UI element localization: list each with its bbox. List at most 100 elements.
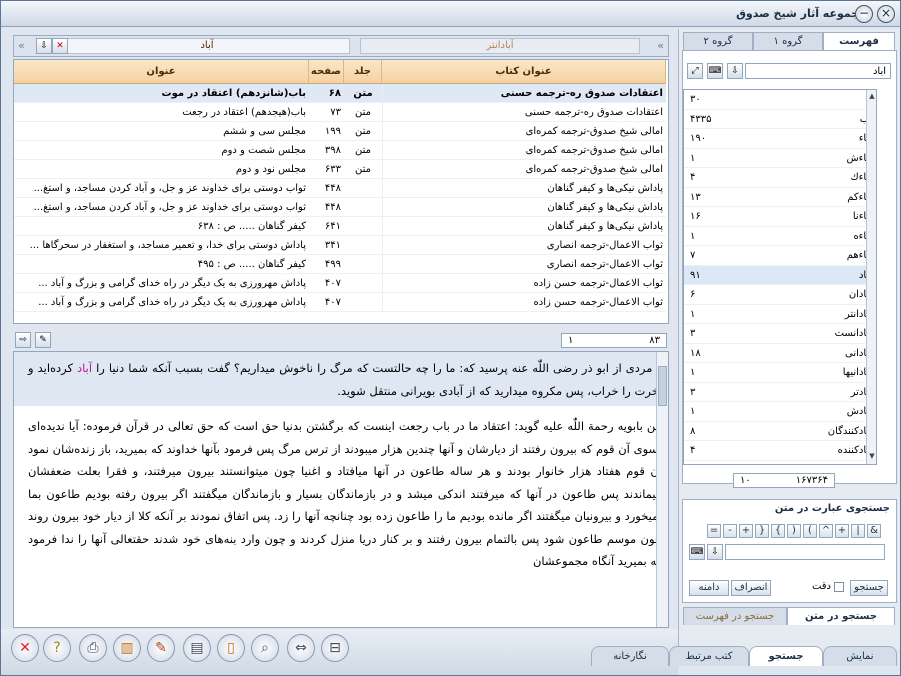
tab-group1[interactable]: گروه ۱ [753,32,823,50]
index-item[interactable]: ۱۸ آبادانی [684,344,876,363]
cell-title: ثواب دوستی برای خداوند عز و جل، و آباد ک… [33,183,306,194]
compare-button[interactable]: ⇔ [287,634,315,662]
operator-button[interactable]: ( [803,524,817,538]
close-book-button[interactable]: ✕ [11,634,39,662]
index-item[interactable]: ۹۱آباد [684,265,876,285]
operator-button[interactable]: ^ [819,524,833,538]
operator-button[interactable]: - [723,524,737,538]
table-row[interactable]: ثواب الاعمال-ترجمه انصاری ۴۹۹ کیفر گناهان … [14,255,666,274]
close-tab-button[interactable]: ✕ [52,38,68,54]
minimize-window-button[interactable]: − [855,5,873,23]
index-item[interactable]: ۶ آبادان [684,285,876,305]
operator-button[interactable]: } [755,524,769,538]
index-item[interactable]: ۱ آباءش [684,149,876,168]
table-row[interactable]: ثواب الاعمال-ترجمه حسن زاده ۴۰۷ پاداش مهرو… [14,274,666,293]
page-button[interactable]: ▯ [217,634,245,662]
index-item[interactable]: ۱۹۰آباء [684,129,876,149]
index-item[interactable]: ۸ آبادکنندگان [684,422,876,441]
tab-related-books[interactable]: کتب مرتبط [669,646,749,666]
table-row[interactable]: امالی شیخ صدوق-ترجمه کمره‌ای متن ۶۳۳ مجلس ن… [14,160,666,179]
settings-button[interactable]: ✎ [35,332,51,348]
operator-button[interactable]: & [867,524,881,538]
down-arrow-button[interactable]: ⇩ [727,63,743,79]
header-book[interactable]: عنوان کتاب [382,60,666,84]
books-button[interactable]: ▥ [113,634,141,662]
tab-gallery[interactable]: نگارخانه [591,646,669,666]
split-button[interactable]: ⊟ [321,634,349,662]
table-row[interactable]: امالی شیخ صدوق-ترجمه کمره‌ای متن ۱۹۹ مجلس س… [14,122,666,141]
index-item[interactable]: ۳ آبادتر [684,383,876,402]
result-tab-left[interactable]: آباد [64,38,350,54]
keyboard-mini-button[interactable]: ⤢ [687,63,703,79]
print-button[interactable]: ⎙ [79,634,107,662]
operator-button[interactable]: ) [787,524,801,538]
down-arrow-button[interactable]: ⇩ [707,544,723,560]
operator-button[interactable]: + [739,524,753,538]
text-scrollbar[interactable] [656,352,668,627]
table-row[interactable]: ثواب الاعمال-ترجمه حسن زاده ۴۰۷ پاداش مهرو… [14,293,666,312]
edit-button[interactable]: ✎ [147,634,175,662]
cell-book: اعتقادات صدوق ره-ترجمه حسنی [382,103,666,122]
tab-display[interactable]: نمایش [823,646,897,666]
help-button[interactable]: ? [43,634,71,662]
tab-index[interactable]: فهرست [823,32,895,50]
cancel-button[interactable]: انصراف [731,580,771,596]
table-row[interactable]: اعتقادات صدوق ره-ترجمه حسنی متن ۶۸ باب(شانز… [14,84,666,103]
operator-button[interactable]: { [771,524,785,538]
index-item[interactable]: ۱ آبادانتر [684,305,876,324]
tab-search-index[interactable]: جستجو در فهرست [683,607,787,625]
table-row[interactable]: امالی شیخ صدوق-ترجمه کمره‌ای متن ۳۹۸ مجلس ش… [14,141,666,160]
index-item[interactable]: ۱۳ آباءكم [684,188,876,207]
index-item[interactable]: ۷ آباءهم [684,246,876,266]
index-search-input[interactable] [745,63,891,79]
operator-button[interactable]: | [851,524,865,538]
search-button[interactable]: جستجو [850,580,888,596]
header-page[interactable]: صفحه [309,60,344,84]
index-item[interactable]: ۳۰آ [684,90,876,110]
operator-button[interactable]: + [835,524,849,538]
index-item[interactable]: ۱ آبادانیها [684,363,876,383]
range-button[interactable]: دامنه [689,580,729,596]
highlighted-word[interactable]: آباد [77,361,92,375]
index-counter[interactable]: ۱۰ ۱۶۷۳۶۴ [733,473,835,488]
tab-search-text[interactable]: جستجو در متن [787,607,895,625]
results-counter[interactable]: ۱ ۸۳ [561,333,667,348]
table-row[interactable]: ثواب الاعمال-ترجمه انصاری ۳۴۱ پاداش دوستی … [14,236,666,255]
go-button[interactable]: ⇨ [15,332,31,348]
keyboard-button[interactable]: ⌨ [707,63,723,79]
keyboard-button[interactable]: ⌨ [689,544,705,560]
scroll-up-icon[interactable]: ▲ [868,92,876,102]
index-item[interactable]: ۴ آبادکننده [684,441,876,461]
zoom-button[interactable]: ⌕ [251,634,279,662]
table-row[interactable]: اعتقادات صدوق ره-ترجمه حسنی متن ۷۳ باب(هیجد… [14,103,666,122]
precise-checkbox[interactable]: دقت [812,581,844,592]
cell-book: امالی شیخ صدوق-ترجمه کمره‌ای [382,141,666,160]
scroll-thumb[interactable] [658,366,667,406]
scroll-down-icon[interactable]: ▼ [868,452,876,462]
operator-button[interactable]: = [707,524,721,538]
down-arrow-button[interactable]: ⇩ [36,38,52,54]
index-item[interactable]: ۳ آبادانست [684,324,876,344]
text-viewer[interactable]: و مردی از ابو ذر رضی اللّٰه عنه پرسید که… [13,351,669,628]
chevrons-left-icon[interactable]: « [657,39,664,52]
index-item[interactable]: ۱ آباءه [684,227,876,246]
notes-button[interactable]: ▤ [183,634,211,662]
result-tab-right[interactable]: آبادانتر [360,38,640,54]
chevrons-left-nav-icon[interactable]: « [18,39,25,52]
index-count: ۳۰ [690,94,701,105]
index-item[interactable]: ۱۶ آباءنا [684,207,876,227]
header-title[interactable]: عنوان [14,60,309,84]
index-item[interactable]: ۱ آبادش [684,402,876,422]
tab-search[interactable]: جستجو [749,646,823,666]
index-item[interactable]: ۴ آباءك [684,168,876,188]
index-item[interactable]: ۴۳۳۵آب [684,110,876,129]
header-vol[interactable]: جلد [344,60,382,84]
tab-group2[interactable]: گروه ۲ [683,32,753,50]
index-scrollbar[interactable]: ▲ ▼ [866,90,876,464]
close-window-button[interactable]: × [877,5,895,23]
table-row[interactable]: پاداش نیکی‌ها و کیفر گناهان ۴۴۸ ثواب دوستی… [14,179,666,198]
text-search-input[interactable] [725,544,885,560]
table-row[interactable]: پاداش نیکی‌ها و کیفر گناهان ۶۴۱ کیفر گناها… [14,217,666,236]
index-count: ۱ [690,406,696,417]
table-row[interactable]: پاداش نیکی‌ها و کیفر گناهان ۴۴۸ ثواب دوستی… [14,198,666,217]
